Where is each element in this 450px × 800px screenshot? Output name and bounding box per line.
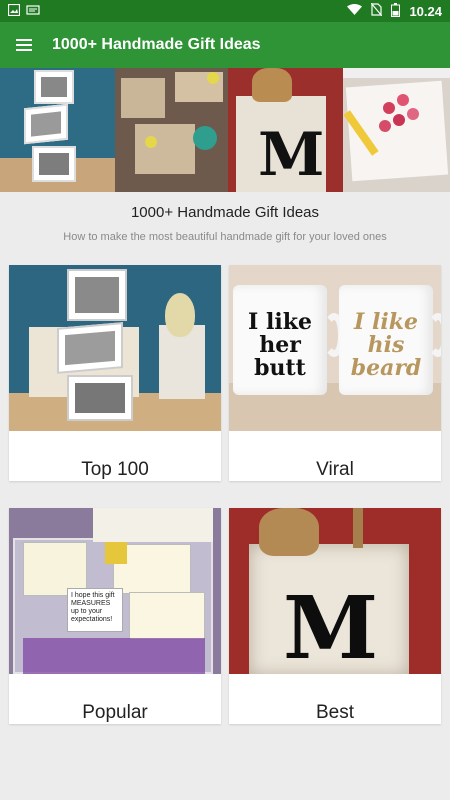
page-title: 1000+ Handmade Gift Ideas xyxy=(130,204,320,221)
banner-photo-fingerprint-card xyxy=(343,68,450,192)
card-note: I hope this gift MEASURES up to your exp… xyxy=(67,588,123,632)
image-notification-icon xyxy=(7,3,21,19)
app-title: 1000+ Handmade Gift Ideas xyxy=(52,36,261,53)
card-image-best: M xyxy=(229,508,441,674)
card-label: Top 100 xyxy=(81,459,149,480)
card-label: Viral xyxy=(316,459,354,480)
category-card-viral[interactable]: I like her butt I like his beard Viral xyxy=(229,265,441,481)
app-notification-icon xyxy=(26,4,40,19)
mug-left: I like her butt xyxy=(233,285,327,395)
no-sim-icon xyxy=(370,2,383,19)
banner-letter: M xyxy=(258,120,325,190)
page-subtitle: How to make the most beautiful handmade … xyxy=(63,231,387,243)
mug-right-text: I like his beard xyxy=(350,309,422,382)
category-card-popular[interactable]: I hope this gift MEASURES up to your exp… xyxy=(9,508,221,724)
banner-photo-accordion-frame xyxy=(0,68,115,192)
hamburger-menu-icon[interactable] xyxy=(16,39,32,51)
wifi-icon xyxy=(347,3,363,19)
mug-right: I like his beard xyxy=(339,285,433,395)
card-label: Best xyxy=(315,702,355,723)
status-time: 10.24 xyxy=(409,3,442,19)
card-image-top-100 xyxy=(9,265,221,431)
card-image-popular: I hope this gift MEASURES up to your exp… xyxy=(9,508,221,674)
category-card-top-100[interactable]: Top 100 xyxy=(9,265,221,481)
status-bar: 10.24 xyxy=(0,0,450,22)
app-bar: 1000+ Handmade Gift Ideas xyxy=(0,22,450,68)
banner-photo-letter-m-sign: M xyxy=(228,68,343,192)
card-letter: M xyxy=(283,578,379,674)
battery-icon xyxy=(391,2,401,20)
banner-photo-gift-boxes xyxy=(115,68,228,192)
header-banner-image: M xyxy=(0,68,450,192)
category-card-best[interactable]: M Best xyxy=(229,508,441,724)
card-image-viral: I like her butt I like his beard xyxy=(229,265,441,431)
card-label: Popular xyxy=(82,702,148,723)
mug-left-text: I like her butt xyxy=(248,309,312,382)
